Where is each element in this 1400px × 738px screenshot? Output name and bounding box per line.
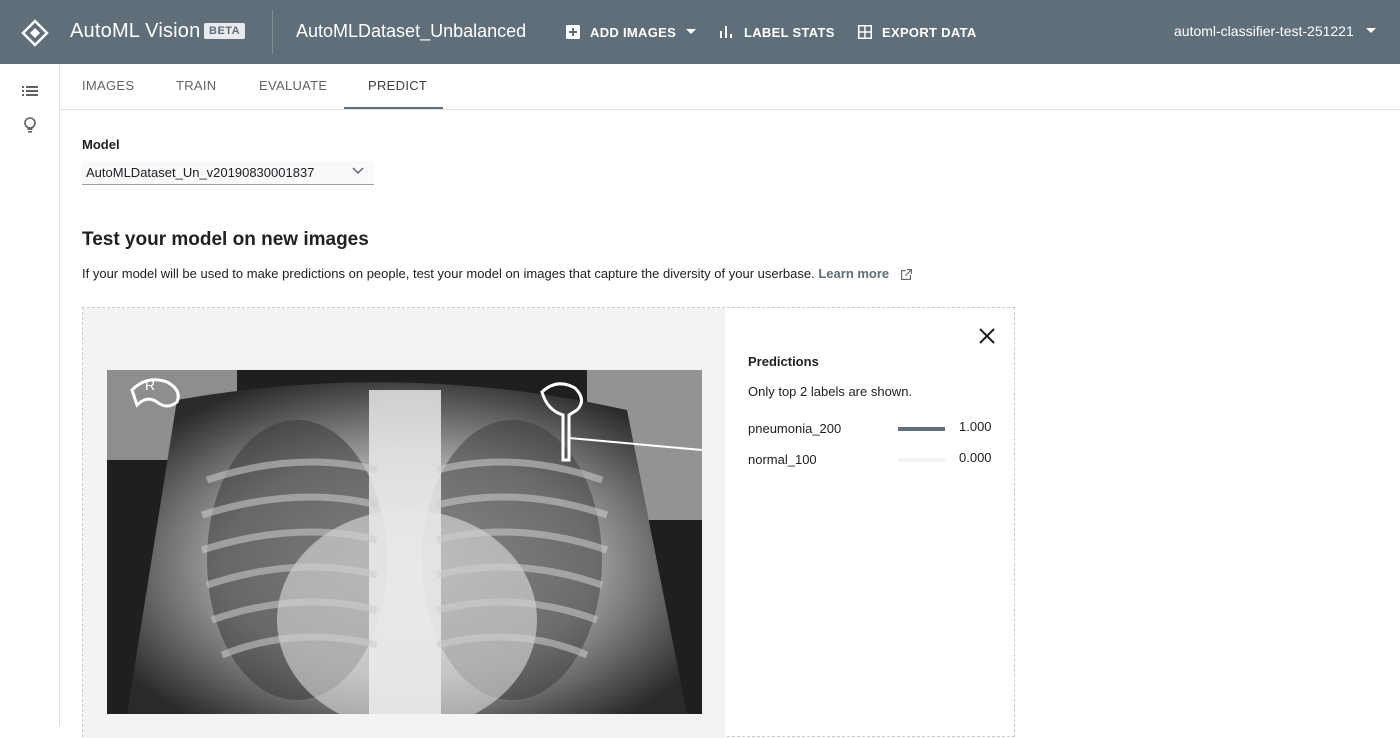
- predictions-title: Predictions: [748, 354, 819, 369]
- app-header: AutoML Vision BETA AutoMLDataset_Unbalan…: [0, 0, 1400, 64]
- dropdown-arrow-icon: [686, 29, 697, 34]
- lightbulb-icon[interactable]: [21, 116, 39, 134]
- project-selector[interactable]: automl-classifier-test-251221: [1174, 23, 1376, 39]
- bar-chart-icon: [720, 26, 732, 38]
- model-selected-value: AutoMLDataset_Un_v20190830001837: [86, 165, 315, 180]
- section-title: Test your model on new images: [82, 229, 369, 250]
- add-images-label: ADD IMAGES: [590, 24, 677, 40]
- list-icon[interactable]: [21, 82, 39, 100]
- model-label: Model: [82, 137, 120, 152]
- prediction-score-bar: [898, 458, 945, 462]
- label-stats-button[interactable]: LABEL STATS: [720, 20, 835, 44]
- add-images-button[interactable]: ADD IMAGES: [566, 20, 697, 44]
- close-icon[interactable]: [977, 326, 997, 346]
- export-data-button[interactable]: EXPORT DATA: [858, 20, 977, 44]
- prediction-score-bar: [898, 427, 945, 431]
- learn-more-link[interactable]: Learn more: [818, 266, 889, 281]
- export-data-label: EXPORT DATA: [882, 24, 977, 40]
- header-divider: [272, 10, 273, 54]
- tab-bar: IMAGES TRAIN EVALUATE PREDICT: [60, 64, 1400, 110]
- beta-badge: BETA: [204, 23, 246, 39]
- label-stats-label: LABEL STATS: [744, 24, 835, 40]
- project-name: automl-classifier-test-251221: [1174, 23, 1354, 39]
- active-tab-indicator: [344, 107, 443, 109]
- model-select[interactable]: AutoMLDataset_Un_v20190830001837: [82, 161, 374, 185]
- chevron-down-icon: [1365, 28, 1376, 33]
- add-box-icon: [566, 25, 580, 39]
- prediction-label: normal_100: [748, 452, 817, 467]
- image-preview-area: R: [83, 308, 725, 738]
- product-name: AutoML Vision: [70, 20, 201, 42]
- tab-predict[interactable]: PREDICT: [368, 78, 427, 93]
- automl-logo-icon[interactable]: [20, 18, 50, 48]
- chest-xray-image: R: [107, 370, 702, 714]
- svg-text:R: R: [145, 377, 155, 393]
- prediction-panel: R Predictions Only top 2 labels are show…: [82, 307, 1015, 738]
- description-text: If your model will be used to make predi…: [82, 266, 815, 281]
- prediction-row: normal_100 0.000: [748, 450, 998, 470]
- chevron-down-icon: [352, 167, 364, 175]
- prediction-row: pneumonia_200 1.000: [748, 419, 998, 439]
- table-grid-icon: [858, 25, 872, 39]
- section-description: If your model will be used to make predi…: [82, 266, 912, 281]
- predictions-note: Only top 2 labels are shown.: [748, 384, 913, 399]
- prediction-score: 0.000: [959, 450, 992, 465]
- prediction-score-fill: [898, 427, 945, 431]
- open-in-new-icon[interactable]: [900, 269, 912, 281]
- dataset-name: AutoMLDataset_Unbalanced: [296, 21, 527, 41]
- tab-evaluate[interactable]: EVALUATE: [259, 78, 327, 93]
- tab-train[interactable]: TRAIN: [176, 78, 217, 93]
- xray-illustration: R: [107, 370, 702, 714]
- prediction-score: 1.000: [959, 419, 992, 434]
- left-rail: [0, 64, 60, 726]
- prediction-label: pneumonia_200: [748, 421, 842, 436]
- tab-images[interactable]: IMAGES: [82, 78, 134, 93]
